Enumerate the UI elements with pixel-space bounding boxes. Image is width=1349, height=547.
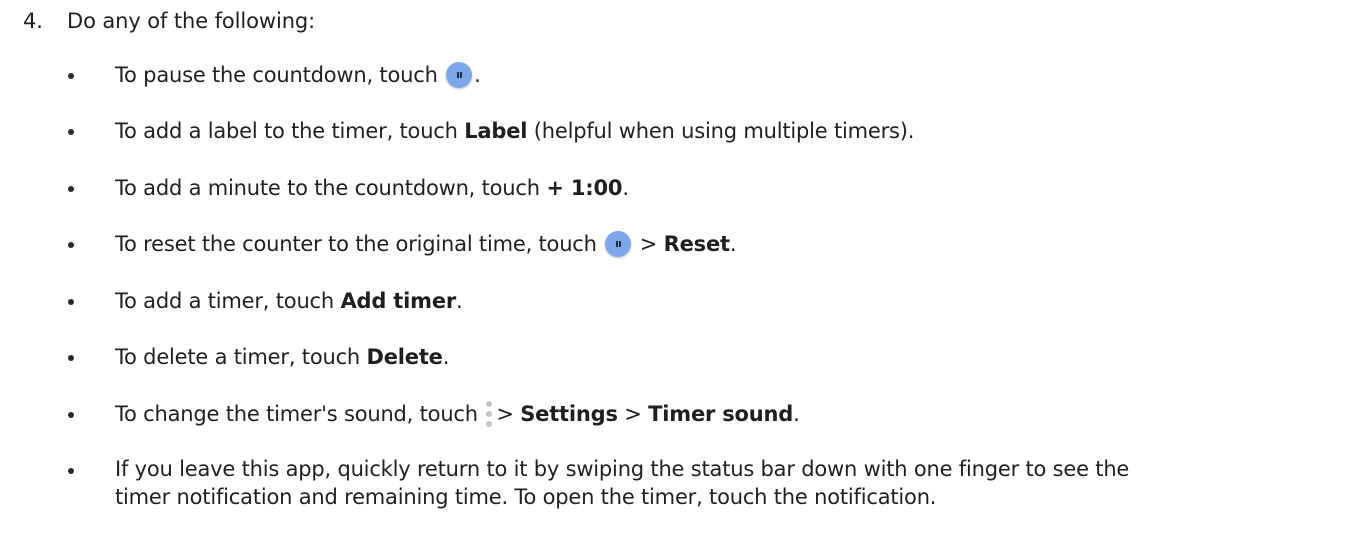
bullet-icon xyxy=(68,355,74,361)
text-segment: . xyxy=(793,402,800,426)
bullet-icon xyxy=(68,242,74,248)
text-segment: (helpful when using multiple timers). xyxy=(527,119,915,143)
list-item-text: To delete a timer, touch Delete. xyxy=(115,342,1338,372)
bullet-icon xyxy=(68,468,74,474)
list-item-text: If you leave this app, quickly return to… xyxy=(115,455,1338,511)
list-item-label: To add a label to the timer, touch Label… xyxy=(68,116,1338,146)
text-segment: To delete a timer, touch xyxy=(115,345,367,369)
list-item-delete: To delete a timer, touch Delete. xyxy=(68,342,1338,372)
list-item-text: To add a timer, touch Add timer. xyxy=(115,286,1338,316)
text-segment: . xyxy=(729,232,737,256)
list-item-add-minute: To add a minute to the countdown, touch … xyxy=(68,173,1338,203)
text-segment: . xyxy=(474,63,481,87)
ui-term-reset: Reset xyxy=(663,232,730,256)
list-item-notification: If you leave this app, quickly return to… xyxy=(68,455,1338,511)
text-segment: To change the timer's sound, touch xyxy=(115,402,478,426)
pause-icon xyxy=(446,62,473,88)
text-segment: To add a label to the timer, touch xyxy=(115,119,465,143)
text-line: timer notification and remaining time. T… xyxy=(115,485,937,509)
list-item-text: To pause the countdown, touch . xyxy=(115,60,1338,90)
text-segment: . xyxy=(442,345,450,369)
bullet-icon xyxy=(68,299,74,305)
text-segment: To pause the countdown, touch xyxy=(115,63,438,87)
step-text: Do any of the following: xyxy=(67,9,316,33)
text-segment: To add a timer, touch xyxy=(115,289,341,313)
text-segment: > xyxy=(496,402,521,426)
text-segment: To reset the counter to the original tim… xyxy=(115,232,597,256)
text-segment: . xyxy=(622,176,629,200)
list-item-pause: To pause the countdown, touch . xyxy=(68,60,1338,90)
ui-term-add-minute: + 1:00 xyxy=(546,176,623,200)
list-item-reset: To reset the counter to the original tim… xyxy=(68,229,1338,259)
list-item-text: To reset the counter to the original tim… xyxy=(115,229,1338,259)
text-segment: > xyxy=(639,232,664,256)
list-item-text: To add a minute to the countdown, touch … xyxy=(115,173,1338,203)
bullet-icon xyxy=(68,412,74,418)
text-segment: > xyxy=(617,402,649,426)
text-segment: . xyxy=(456,289,463,313)
pause-icon xyxy=(605,231,632,257)
bullet-icon xyxy=(68,73,74,79)
ui-term-label: Label xyxy=(464,119,528,143)
ui-term-timer-sound: Timer sound xyxy=(648,402,794,426)
bullet-icon xyxy=(68,186,74,192)
text-segment: To add a minute to the countdown, touch xyxy=(115,176,547,200)
step-number: 4. xyxy=(23,9,43,33)
ui-term-delete: Delete xyxy=(366,345,443,369)
more-vert-icon xyxy=(485,401,493,427)
step-heading: 4. Do any of the following: xyxy=(23,6,315,36)
bullet-icon xyxy=(68,129,74,135)
ui-term-settings: Settings xyxy=(520,402,618,426)
list-item-text: To add a label to the timer, touch Label… xyxy=(115,116,1338,146)
list-item-add-timer: To add a timer, touch Add timer. xyxy=(68,286,1338,316)
list-item-sound: To change the timer's sound, touch > Set… xyxy=(68,399,1338,429)
list-item-text: To change the timer's sound, touch > Set… xyxy=(115,399,1338,429)
text-line: If you leave this app, quickly return to… xyxy=(115,457,1130,481)
ui-term-add-timer: Add timer xyxy=(340,289,457,313)
